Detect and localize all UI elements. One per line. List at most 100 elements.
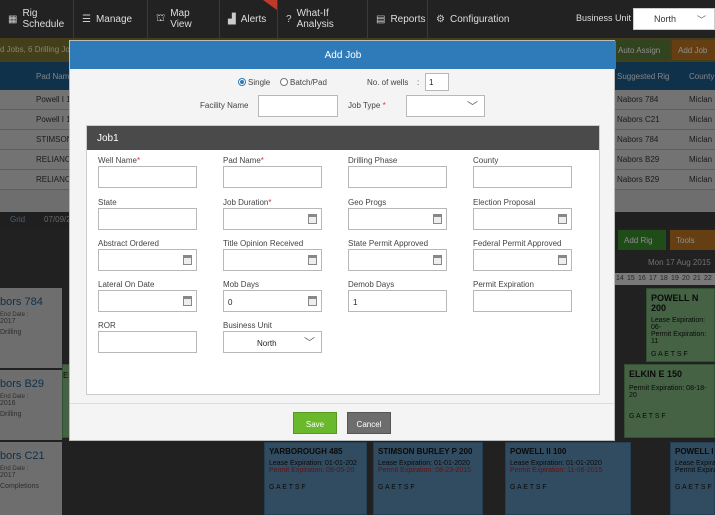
job-type-label: Job Type * — [348, 101, 386, 110]
business-unit-field-value: North — [257, 339, 277, 348]
top-navigation: ▦ Rig Schedule ☰ Manage ⛫ Map View ▟ Ale… — [0, 0, 715, 38]
geo-progs-label: Geo Progs — [348, 198, 387, 207]
demob-days-value: 1 — [353, 298, 358, 307]
calendar-icon[interactable] — [183, 255, 192, 265]
modal-title: Add Job — [70, 41, 616, 69]
nav-alerts[interactable]: ▟ Alerts — [220, 0, 278, 38]
nav-manage-label: Manage — [95, 13, 133, 25]
business-unit-label: Business Unit — [576, 13, 632, 23]
election-proposal-input[interactable] — [473, 208, 572, 230]
mob-days-value: 0 — [228, 298, 233, 307]
gear-icon: ⚙ — [436, 13, 445, 25]
job-duration-label-text: Job Duration — [223, 198, 269, 207]
bar-chart-icon: ▟ — [228, 13, 236, 25]
federal-permit-input[interactable] — [473, 249, 572, 271]
add-job-modal: Add Job Single Batch/Pad No. of wells : … — [69, 40, 616, 441]
county-label: County — [473, 156, 499, 165]
well-name-label-text: Well Name — [98, 156, 137, 165]
chevron-down-icon: ﹀ — [696, 15, 706, 25]
state-label: State — [98, 198, 117, 207]
wells-count-input[interactable]: 1 — [425, 73, 449, 91]
demob-days-label: Demob Days — [348, 280, 395, 289]
calendar-icon[interactable] — [433, 255, 442, 265]
ror-label: ROR — [98, 321, 116, 330]
chevron-down-icon: ﹀ — [467, 101, 478, 113]
lateral-on-date-label: Lateral On Date — [98, 280, 155, 289]
county-input[interactable] — [473, 166, 572, 188]
nav-configuration-label: Configuration — [449, 13, 510, 25]
mob-days-label: Mob Days — [223, 280, 260, 289]
business-unit-value: North — [654, 14, 677, 24]
save-button[interactable]: Save — [293, 412, 337, 434]
question-icon: ? — [286, 13, 292, 25]
nav-map-view[interactable]: ⛫ Map View — [148, 0, 220, 38]
required-mark: * — [260, 156, 264, 165]
job-type-label-text: Job Type — [348, 101, 381, 110]
calendar-icon[interactable] — [558, 255, 567, 265]
business-unit-field-label: Business Unit — [223, 321, 272, 330]
mob-days-input[interactable]: 0 — [223, 290, 322, 312]
geo-progs-input[interactable] — [348, 208, 447, 230]
batch-pad-radio-label: Batch/Pad — [290, 78, 327, 87]
facility-name-label: Facility Name — [200, 101, 249, 110]
business-unit-select[interactable]: North ﹀ — [633, 8, 715, 30]
job-section-title: Job1 — [87, 126, 599, 150]
state-input[interactable] — [98, 208, 197, 230]
calendar-icon[interactable] — [308, 296, 317, 306]
chevron-down-icon: ﹀ — [304, 337, 315, 349]
nav-what-if-label: What-If Analysis — [296, 8, 334, 30]
required-mark: * — [382, 101, 386, 110]
permit-expiration-label: Permit Expiration — [473, 280, 534, 289]
election-proposal-label: Election Proposal — [473, 198, 536, 207]
job-type-select[interactable]: ﹀ — [406, 95, 485, 117]
list-icon: ☰ — [82, 13, 91, 25]
rig-icon: ⛫ — [156, 12, 166, 24]
footer-divider — [70, 403, 614, 404]
title-opinion-label: Title Opinion Received — [223, 239, 304, 248]
ror-input[interactable] — [98, 331, 197, 353]
calendar-icon[interactable] — [433, 214, 442, 224]
state-permit-input[interactable] — [348, 249, 447, 271]
business-unit-field-select[interactable]: North ﹀ — [223, 331, 322, 353]
pad-name-label-text: Pad Name — [223, 156, 261, 165]
calendar-icon[interactable] — [183, 296, 192, 306]
federal-permit-label: Federal Permit Approved — [473, 239, 562, 248]
batch-pad-radio[interactable] — [280, 78, 288, 86]
drilling-phase-label: Drilling Phase — [348, 156, 398, 165]
well-name-label: Well Name* — [98, 156, 140, 165]
wells-count-value: 1 — [429, 78, 434, 87]
calendar-icon: ▦ — [8, 13, 18, 25]
required-mark: * — [136, 156, 141, 165]
cancel-button[interactable]: Cancel — [347, 412, 391, 434]
job-duration-input[interactable] — [223, 208, 322, 230]
nav-reports[interactable]: ▤ Reports — [368, 0, 428, 38]
drilling-phase-input[interactable] — [348, 166, 447, 188]
nav-map-view-label: Map View — [170, 8, 192, 30]
state-permit-label: State Permit Approved — [348, 239, 429, 248]
wells-separator: : — [417, 78, 420, 87]
nav-what-if-analysis[interactable]: ? What-If Analysis — [278, 0, 368, 38]
permit-expiration-input[interactable] — [473, 290, 572, 312]
calendar-icon[interactable] — [308, 214, 317, 224]
well-name-input[interactable] — [98, 166, 197, 188]
facility-name-input[interactable] — [258, 95, 338, 117]
nav-reports-label: Reports — [390, 13, 426, 25]
nav-manage[interactable]: ☰ Manage — [74, 0, 148, 38]
calendar-icon[interactable] — [558, 214, 567, 224]
job-section: Job1 Well Name* Pad Name* Drilling Phase… — [86, 125, 600, 395]
single-radio[interactable] — [238, 78, 246, 86]
required-mark: * — [268, 198, 272, 207]
calendar-icon[interactable] — [308, 255, 317, 265]
demob-days-input[interactable]: 1 — [348, 290, 447, 312]
lateral-on-date-input[interactable] — [98, 290, 197, 312]
wells-label: No. of wells — [367, 78, 409, 87]
abstract-ordered-input[interactable] — [98, 249, 197, 271]
nav-configuration[interactable]: ⚙ Configuration — [428, 0, 514, 38]
title-opinion-input[interactable] — [223, 249, 322, 271]
abstract-ordered-label: Abstract Ordered — [98, 239, 159, 248]
pad-name-input[interactable] — [223, 166, 322, 188]
nav-rig-schedule[interactable]: ▦ Rig Schedule — [0, 0, 74, 38]
pad-name-label: Pad Name* — [223, 156, 264, 165]
job-duration-label: Job Duration* — [223, 198, 271, 207]
single-radio-label: Single — [248, 78, 271, 87]
